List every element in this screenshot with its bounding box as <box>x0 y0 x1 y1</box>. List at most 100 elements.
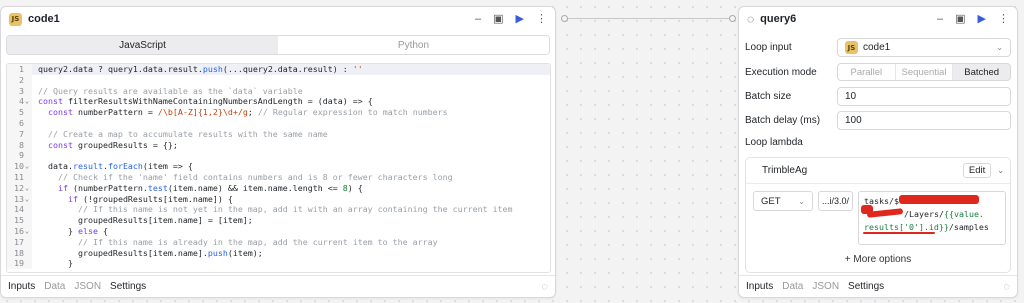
code-line[interactable]: 6 <box>7 117 550 129</box>
tab-data[interactable]: Data <box>782 281 803 292</box>
code-line[interactable]: 8 const groupedResults = {}; <box>7 139 550 151</box>
tab-python[interactable]: Python <box>278 36 549 54</box>
fold-chevron-icon[interactable] <box>24 107 30 118</box>
code-line[interactable]: 15 groupedResults[item.name] = [item]; <box>7 215 550 226</box>
fold-chevron-icon[interactable]: ⌄ <box>24 161 30 172</box>
fold-chevron-icon[interactable] <box>24 86 30 97</box>
line-number: 18 <box>7 247 32 259</box>
edit-resource-button[interactable]: Edit <box>962 163 992 178</box>
batch-size-label: Batch size <box>745 91 792 102</box>
fold-chevron-icon[interactable]: ⌄ <box>24 183 30 194</box>
method-select[interactable]: GET ⌄ <box>753 191 813 211</box>
tab-json[interactable]: JSON <box>812 281 839 292</box>
code-line[interactable]: 2 <box>7 74 550 86</box>
code-line[interactable]: 7 // Create a map to accumulate results … <box>7 128 550 140</box>
code-line[interactable]: 12 ⌄ if (numberPattern.test(item.name) &&… <box>7 182 550 194</box>
node-connector <box>565 18 730 19</box>
fold-chevron-icon[interactable] <box>24 140 30 151</box>
more-options-icon[interactable]: ⋮ <box>536 13 547 25</box>
mode-parallel[interactable]: Parallel <box>838 64 896 80</box>
run-icon[interactable]: ▶ <box>516 13 524 25</box>
fold-chevron-icon[interactable] <box>24 215 30 226</box>
resource-name: TrimbleAg <box>762 165 808 176</box>
line-number: 1 <box>7 64 32 75</box>
panel-layout-icon[interactable]: ▣ <box>493 13 503 25</box>
code-line[interactable]: 3 // Query results are available as the `… <box>7 85 550 97</box>
connector-handle-left[interactable] <box>561 15 568 22</box>
minimize-icon[interactable]: – <box>475 13 481 25</box>
code-text: // Check if the 'name' field contains nu… <box>57 171 453 182</box>
query-title[interactable]: code1 <box>28 13 60 25</box>
chevron-down-icon[interactable]: ⌄ <box>997 166 1004 175</box>
query-title[interactable]: query6 <box>760 13 796 25</box>
execution-mode-toggle: Parallel Sequential Batched <box>837 63 1011 81</box>
fold-chevron-icon[interactable]: ⌄ <box>24 226 30 237</box>
line-number: 19 <box>7 258 32 270</box>
tab-data[interactable]: Data <box>44 281 65 292</box>
fold-chevron-icon[interactable] <box>24 172 30 183</box>
fold-chevron-icon[interactable] <box>24 64 30 75</box>
fold-chevron-icon[interactable] <box>24 150 30 161</box>
tab-settings[interactable]: Settings <box>110 281 146 292</box>
loop-input-label: Loop input <box>745 42 792 53</box>
fold-chevron-icon[interactable]: ⌄ <box>24 194 30 205</box>
query6-panel: ◌ query6 – ▣ ▶ ⋮ Loop input JS code1 ⌄ E… <box>738 6 1018 298</box>
url-path-input[interactable]: tasks/$ /Layers/{{value. results['0'].id… <box>858 191 1006 245</box>
fold-chevron-icon[interactable] <box>24 118 30 129</box>
code-editor[interactable]: 1 query2.data ? query1.data.result.push(.… <box>6 63 551 273</box>
code-line[interactable]: 10 ⌄ data.result.forEach(item => { <box>7 161 550 172</box>
more-options-button[interactable]: + More options <box>746 254 1010 265</box>
loop-lambda-row: Loop lambda <box>745 137 1011 148</box>
line-number: 5 <box>7 107 32 118</box>
batch-delay-input[interactable]: 100 <box>837 111 1011 130</box>
code-line[interactable]: 13 ⌄ if (!groupedResults[item.name]) { <box>7 193 550 205</box>
mode-sequential[interactable]: Sequential <box>896 64 954 80</box>
batch-size-row: Batch size 10 <box>745 87 1011 106</box>
connector-handle-right[interactable] <box>729 15 736 22</box>
js-icon: JS <box>9 12 22 26</box>
fold-chevron-icon[interactable]: ⌄ <box>24 96 30 107</box>
code-line[interactable]: 1 query2.data ? query1.data.result.push(.… <box>7 64 550 75</box>
loop-lambda-label: Loop lambda <box>745 137 803 148</box>
loop-input-select[interactable]: JS code1 ⌄ <box>837 38 1011 57</box>
code-line[interactable]: 5 const numberPattern = /\b[A-Z]{1,2}\d+… <box>7 107 550 118</box>
batch-size-input[interactable]: 10 <box>837 87 1011 106</box>
fold-chevron-icon[interactable] <box>24 237 30 248</box>
mode-batched[interactable]: Batched <box>953 64 1010 80</box>
code-line[interactable]: 11 // Check if the 'name' field contains… <box>7 171 550 183</box>
panel-layout-icon[interactable]: ▣ <box>955 13 965 25</box>
redaction-mark <box>899 195 979 204</box>
line-number: 13 ⌄ <box>7 193 32 205</box>
line-number: 14 <box>7 204 32 216</box>
code-line[interactable]: 18 groupedResults[item.name].push(item); <box>7 247 550 259</box>
fold-chevron-icon[interactable] <box>24 248 30 259</box>
code-line[interactable]: 9 <box>7 150 550 162</box>
tab-inputs[interactable]: Inputs <box>8 281 35 292</box>
code-text: const numberPattern = /\b[A-Z]{1,2}\d+/g… <box>48 107 448 118</box>
tab-json[interactable]: JSON <box>74 281 101 292</box>
execution-mode-label: Execution mode <box>745 66 817 78</box>
more-options-icon[interactable]: ⋮ <box>998 13 1009 25</box>
tab-settings[interactable]: Settings <box>848 281 884 292</box>
tab-javascript[interactable]: JavaScript <box>7 36 278 54</box>
code-line[interactable]: 16 ⌄ } else { <box>7 225 550 237</box>
fold-chevron-icon[interactable] <box>24 129 30 140</box>
code-line[interactable]: 14 // If this name is not yet in the map… <box>7 204 550 216</box>
redaction-underline <box>863 232 935 234</box>
line-number: 3 <box>7 85 32 97</box>
fold-chevron-icon[interactable] <box>24 204 30 215</box>
batch-size-value: 10 <box>845 91 857 102</box>
code-line[interactable]: 19 } <box>7 258 550 270</box>
loop-lambda-box: TrimbleAg Edit ⌄ GET ⌄ ...i/3.0/ tasks/$… <box>745 157 1011 273</box>
code-text: data.result.forEach(item => { <box>38 161 193 172</box>
minimize-icon[interactable]: – <box>937 13 943 25</box>
fold-chevron-icon[interactable] <box>24 75 30 86</box>
tab-inputs[interactable]: Inputs <box>746 281 773 292</box>
code-line[interactable]: 4 ⌄ const filterResultsWithNameContainingN… <box>7 96 550 108</box>
fold-chevron-icon[interactable] <box>24 258 30 269</box>
run-icon[interactable]: ▶ <box>978 13 986 25</box>
code-line[interactable]: 17 // If this name is already in the map… <box>7 236 550 248</box>
request-row: GET ⌄ ...i/3.0/ tasks/$ /Layers/{{value.… <box>753 191 1006 245</box>
loop-icon: ◌ <box>747 12 755 26</box>
